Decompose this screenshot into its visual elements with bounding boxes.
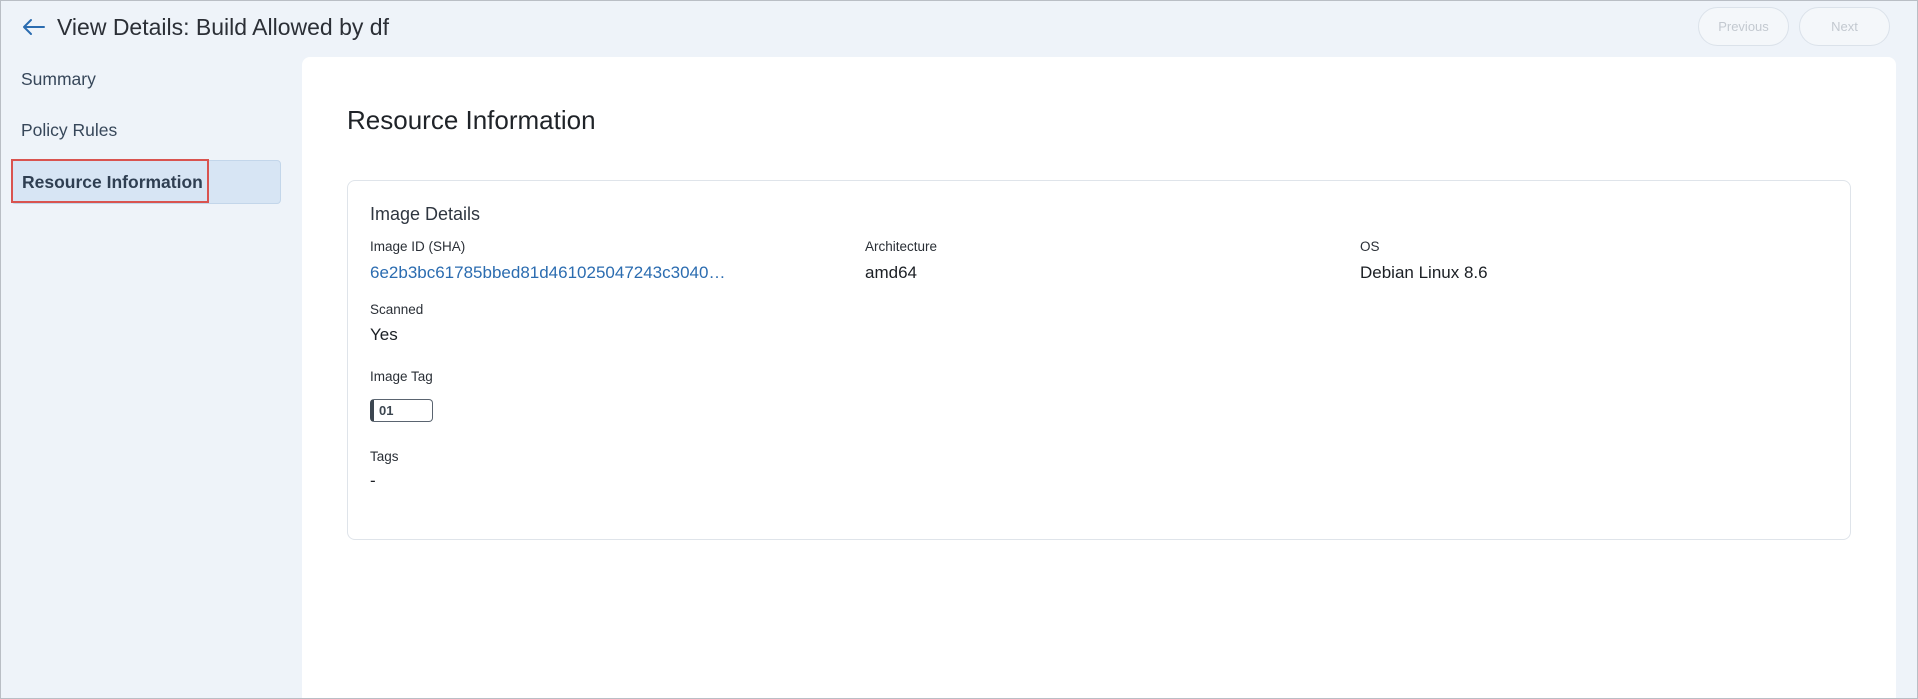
sidebar-item-summary[interactable]: Summary [11,57,281,101]
app-window: View Details: Build Allowed by df Previo… [0,0,1918,699]
tags-label: Tags [370,449,399,464]
scanned-value: Yes [370,325,398,344]
section-title: Resource Information [347,105,596,135]
image-tag-label: Image Tag [370,369,433,384]
tags-value: - [370,471,376,490]
image-tag-chip: 01 [370,399,433,422]
architecture-label: Architecture [865,239,938,254]
os-value: Debian Linux 8.6 [1360,263,1488,282]
scanned-label: Scanned [370,302,424,317]
main-panel: Resource Information Image Details Image… [302,57,1896,698]
back-button[interactable] [20,13,48,41]
arrow-left-icon [23,19,45,35]
next-button[interactable]: Next [1799,7,1890,46]
previous-button[interactable]: Previous [1698,7,1789,46]
os-label: OS [1360,239,1380,254]
image-id-label: Image ID (SHA) [370,239,466,254]
image-details-card: Image Details Image ID (SHA) 6e2b3bc6178… [347,180,1851,540]
sidebar-item-label: Summary [21,68,96,89]
sidebar-item-resource-information[interactable]: Resource Information [11,160,281,204]
page-title: View Details: Build Allowed by df [57,14,389,40]
sidebar-item-policy-rules[interactable]: Policy Rules [11,108,281,152]
image-id-link[interactable]: 6e2b3bc61785bbed81d461025047243c30403… [370,263,732,283]
card-title: Image Details [370,204,481,224]
sidebar-item-label: Policy Rules [21,119,118,140]
header: View Details: Build Allowed by df Previo… [1,1,1917,53]
sidebar-item-label: Resource Information [22,171,203,192]
architecture-value: amd64 [865,263,917,282]
